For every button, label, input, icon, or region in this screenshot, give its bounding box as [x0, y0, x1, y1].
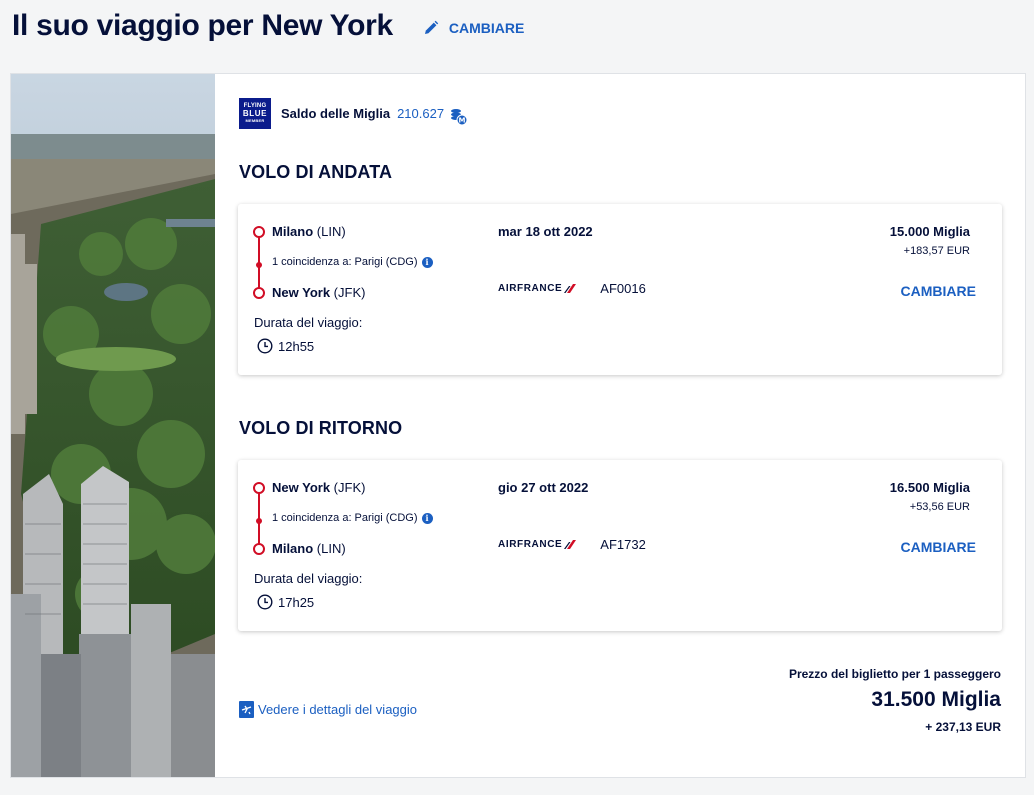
route-connection-dot [256, 518, 262, 524]
outbound-date: mar 18 ott 2022 [498, 224, 593, 239]
svg-text:M: M [459, 116, 466, 124]
outbound-destination: New York (JFK) [272, 285, 366, 300]
info-icon[interactable]: i [421, 512, 433, 524]
route-origin-dot [253, 226, 265, 238]
route-origin-dot [253, 482, 265, 494]
total-price: Prezzo del biglietto per 1 passeggero 31… [789, 667, 1001, 734]
return-flight-card: New York (JFK) 1 coincidenza a: Parigi (… [238, 460, 1002, 631]
info-icon[interactable]: i [421, 256, 433, 268]
airfrance-logo: AIRFRANCE [498, 539, 577, 550]
trip-summary-card: FLYING BLUE MEMBER Saldo delle Miglia 21… [10, 73, 1026, 778]
return-price-miles: 16.500 Miglia [889, 480, 970, 495]
clock-icon [257, 594, 273, 610]
return-destination: Milano (LIN) [272, 541, 346, 556]
miles-balance-value: 210.627 [397, 106, 445, 121]
return-price-eur: +53,56 EUR [909, 501, 970, 513]
route-destination-dot [253, 287, 265, 299]
outbound-flight-number: AF0016 [600, 281, 646, 296]
return-section-title: VOLO DI RITORNO [239, 418, 403, 438]
return-duration-label: Durata del viaggio: [254, 571, 363, 586]
outbound-change-button[interactable]: CAMBIARE [901, 283, 976, 299]
outbound-price-miles: 15.000 Miglia [889, 224, 970, 239]
outbound-connection: 1 coincidenza a: Parigi (CDG) i [272, 256, 433, 268]
return-airline: AIRFRANCE AF1732 [498, 537, 646, 552]
outbound-duration-label: Durata del viaggio: [254, 315, 363, 330]
airfrance-logo: AIRFRANCE [498, 283, 577, 294]
outbound-price-eur: +183,57 EUR [903, 245, 970, 257]
route-destination-dot [253, 543, 265, 555]
change-trip-button[interactable]: CAMBIARE [423, 20, 524, 36]
miles-balance-label: Saldo delle Miglia [281, 106, 391, 121]
airfrance-stripe-icon [564, 540, 577, 549]
airfrance-stripe-icon [564, 284, 577, 293]
total-price-eur: + 237,13 EUR [925, 720, 1001, 734]
return-origin: New York (JFK) [272, 480, 366, 495]
trip-details-icon [239, 701, 254, 718]
outbound-duration: 12h55 [257, 338, 314, 354]
total-price-miles: 31.500 Miglia [871, 688, 1001, 711]
pencil-icon [424, 20, 439, 34]
outbound-price: 15.000 Miglia +183,57 EUR [890, 224, 970, 257]
outbound-section-title: VOLO DI ANDATA [239, 162, 393, 182]
page-title: Il suo viaggio per New York [12, 9, 393, 42]
outbound-flight-card: Milano (LIN) 1 coincidenza a: Parigi (CD… [238, 204, 1002, 375]
miles-coins-icon: M [451, 108, 468, 125]
route-connection-dot [256, 262, 262, 268]
clock-icon [257, 338, 273, 354]
miles-balance: FLYING BLUE MEMBER Saldo delle Miglia 21… [239, 98, 468, 129]
return-date: gio 27 ott 2022 [498, 480, 589, 495]
flying-blue-logo: FLYING BLUE MEMBER [239, 98, 271, 129]
trip-details-link[interactable]: Vedere i dettagli del viaggio [239, 701, 417, 718]
return-duration: 17h25 [257, 594, 314, 610]
outbound-airline: AIRFRANCE AF0016 [498, 281, 646, 296]
total-price-label: Prezzo del biglietto per 1 passeggero [788, 667, 1001, 681]
return-change-button[interactable]: CAMBIARE [901, 539, 976, 555]
return-connection: 1 coincidenza a: Parigi (CDG) i [272, 512, 433, 524]
return-flight-number: AF1732 [600, 537, 646, 552]
return-price: 16.500 Miglia +53,56 EUR [890, 480, 970, 513]
trip-content: FLYING BLUE MEMBER Saldo delle Miglia 21… [215, 74, 1025, 777]
page-header: Il suo viaggio per New York CAMBIARE [12, 4, 524, 48]
change-trip-label: CAMBIARE [448, 20, 525, 36]
outbound-origin: Milano (LIN) [272, 224, 346, 239]
central-park-aerial-photo [11, 74, 215, 777]
